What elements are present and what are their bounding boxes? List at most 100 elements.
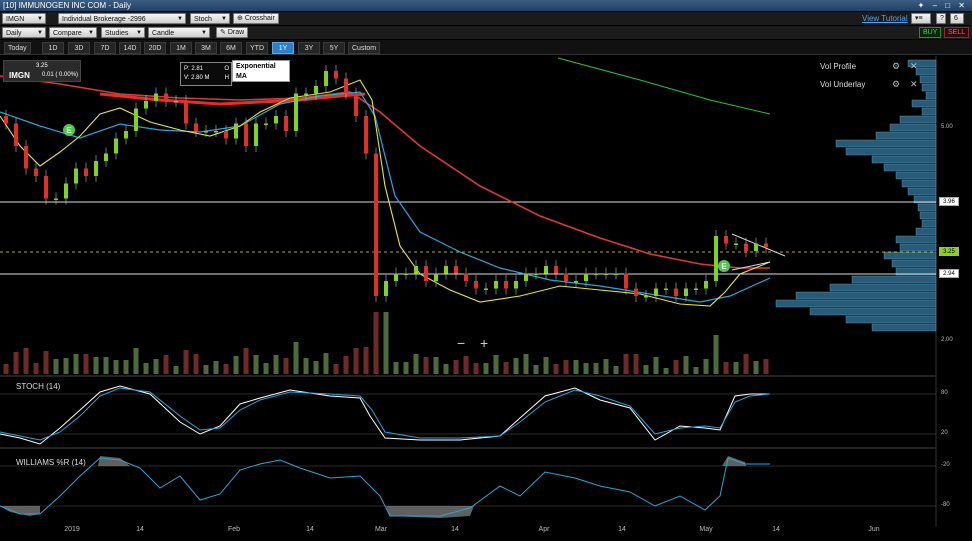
gear-icon[interactable]: ⚙ [892,79,900,90]
buy-button[interactable]: BUY [919,27,942,38]
candle-body[interactable] [304,93,308,96]
overlay-vol-underlay[interactable]: Vol Underlay [820,80,865,89]
candle-body[interactable] [384,281,388,296]
candle-body[interactable] [444,266,448,274]
candle-body[interactable] [314,86,318,94]
range-3d[interactable]: 3D [68,42,90,54]
chart-style-select[interactable]: Candle ▼ [148,27,210,38]
candle-body[interactable] [434,273,438,282]
candle-body[interactable] [464,273,468,282]
candle-body[interactable] [184,101,188,124]
candle-body[interactable] [84,168,88,177]
candle-body[interactable] [244,123,248,147]
draw-button[interactable]: ✎ Draw [216,27,249,38]
candle-body[interactable] [664,288,668,291]
candle-body[interactable] [674,288,678,297]
overlay-vol-profile[interactable]: Vol Profile [820,62,856,71]
account-select[interactable]: Individual Brokerage -2996 ▼ [58,13,186,24]
candle-body[interactable] [494,281,498,289]
candle-body[interactable] [484,288,488,291]
candle-body[interactable] [744,243,748,252]
candle-body[interactable] [514,281,518,289]
range-1d[interactable]: 1D [42,42,64,54]
range-20d[interactable]: 20D [144,42,166,54]
candle-body[interactable] [144,101,148,109]
indicator-select[interactable]: Stoch ▼ [190,13,230,24]
range-5y[interactable]: 5Y [323,42,345,54]
candle-body[interactable] [554,266,558,274]
candle-body[interactable] [164,93,168,102]
candle-body[interactable] [4,116,8,124]
crosshair-button[interactable]: ⊕ Crosshair [233,13,279,24]
candle-body[interactable] [584,273,588,282]
symbol-input[interactable]: IMGN ▼ [2,13,46,24]
candle-body[interactable] [284,116,288,131]
candle-body[interactable] [194,123,198,132]
range-custom[interactable]: Custom [348,42,381,54]
candle-body[interactable] [564,273,568,282]
candle-body[interactable] [354,93,358,117]
candle-body[interactable] [254,123,258,147]
candle-body[interactable] [364,116,368,154]
candle-body[interactable] [614,273,618,276]
candle-body[interactable] [454,266,458,274]
help-button[interactable]: ? [936,13,946,24]
sell-button[interactable]: SELL [944,27,970,38]
range-14d[interactable]: 14D [119,42,141,54]
layout-menu-button[interactable]: ▾≡ [911,13,931,24]
range-today[interactable]: Today [4,42,31,54]
candle-body[interactable] [534,273,538,276]
candle-body[interactable] [74,168,78,184]
window-controls[interactable]: ✦ – □ ✕ [918,0,968,11]
range-1m[interactable]: 1M [170,42,192,54]
range-6m[interactable]: 6M [220,42,242,54]
candle-body[interactable] [764,243,768,248]
candle-body[interactable] [504,281,508,289]
candle-body[interactable] [634,288,638,297]
candle-body[interactable] [104,153,108,162]
candle-body[interactable] [274,116,278,124]
candle-body[interactable] [704,281,708,289]
candle-body[interactable] [694,288,698,291]
candle-body[interactable] [264,123,268,126]
compare-select[interactable]: Compare ▼ [49,27,97,38]
candle-body[interactable] [224,131,228,139]
candle-body[interactable] [344,78,348,94]
candle-body[interactable] [724,236,728,244]
candle-body[interactable] [474,281,478,289]
range-1y[interactable]: 1Y [272,42,294,54]
candle-body[interactable] [204,131,208,133]
candle-body[interactable] [24,146,28,169]
candle-body[interactable] [214,131,218,133]
view-tutorial-link[interactable]: View Tutorial [862,14,908,23]
candle-body[interactable] [174,101,178,103]
candle-body[interactable] [404,273,408,276]
candle-body[interactable] [294,93,298,132]
close-icon[interactable]: ✕ [910,79,918,90]
price-chart-area[interactable]: E E [0,56,972,526]
candle-body[interactable] [684,288,688,297]
candle-body[interactable] [624,273,628,289]
range-ytd[interactable]: YTD [246,42,268,54]
range-3y[interactable]: 3Y [298,42,320,54]
candle-body[interactable] [334,71,338,79]
candle-body[interactable] [394,273,398,282]
close-icon[interactable]: ✕ [910,61,918,72]
range-7d[interactable]: 7D [94,42,116,54]
candle-body[interactable] [124,131,128,139]
candle-body[interactable] [94,161,98,176]
candle-body[interactable] [734,243,738,246]
candle-body[interactable] [44,176,48,199]
candle-body[interactable] [34,168,38,177]
candle-body[interactable] [414,266,418,274]
candle-body[interactable] [64,183,68,199]
candle-body[interactable] [754,243,758,252]
candle-body[interactable] [114,138,118,154]
candle-body[interactable] [594,273,598,276]
candle-body[interactable] [374,153,378,297]
candle-body[interactable] [604,273,608,276]
range-3m[interactable]: 3M [195,42,217,54]
studies-select[interactable]: Studies ▼ [101,27,145,38]
candle-body[interactable] [234,123,238,139]
candle-body[interactable] [654,288,658,297]
